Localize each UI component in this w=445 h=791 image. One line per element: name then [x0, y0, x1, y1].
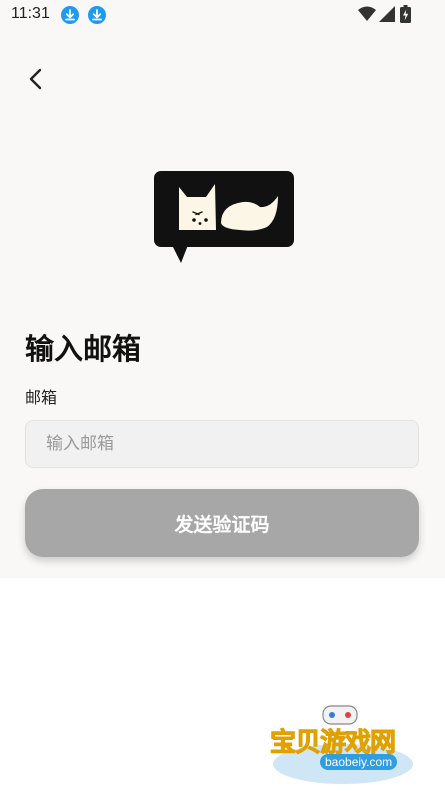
watermark: 宝贝游戏网 baobeiy.com: [268, 696, 418, 788]
download-icon: [88, 6, 106, 24]
page-title: 输入邮箱: [25, 332, 142, 366]
download-icon: [61, 6, 79, 24]
app-logo: [154, 171, 294, 263]
send-code-button[interactable]: 发送验证码: [25, 489, 419, 557]
email-input[interactable]: [25, 420, 419, 468]
watermark-url: baobeiy.com: [320, 754, 398, 770]
email-label: 邮箱: [25, 388, 58, 407]
status-bar: 11:31: [0, 0, 445, 30]
battery-charging-icon: [400, 5, 411, 23]
status-time: 11:31: [11, 5, 50, 22]
back-button[interactable]: [22, 64, 50, 94]
wifi-icon: [358, 6, 376, 21]
signal-icon: [379, 6, 395, 22]
chevron-left-icon: [29, 68, 42, 90]
